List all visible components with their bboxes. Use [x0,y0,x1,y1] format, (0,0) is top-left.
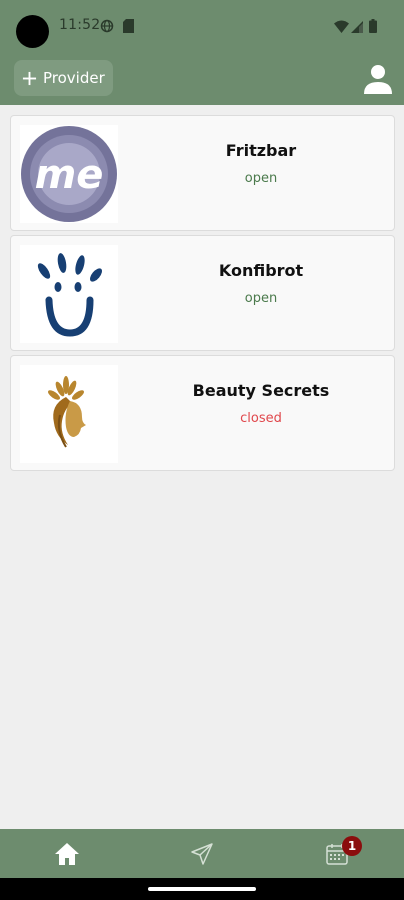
provider-logo [20,245,118,343]
signal-icon [351,18,363,37]
provider-card[interactable]: Konfibrot open [10,235,395,351]
app-header: 11:52 Provider [0,0,404,105]
provider-list: me Fritzbar open Konfibrot open Beauty S… [10,115,395,475]
wifi-icon [334,18,349,37]
home-icon [55,842,79,865]
plus-icon [22,71,37,85]
profile-button[interactable] [364,64,392,94]
vpn-globe-icon [100,18,114,37]
sim-card-icon [123,18,134,37]
provider-status: open [244,291,278,306]
provider-name: Beauty Secrets [192,381,330,400]
toolbar: Provider [0,52,404,105]
battery-icon [369,18,377,37]
gesture-handle[interactable] [148,887,256,891]
woman-profile-logo [48,376,86,448]
provider-name: Fritzbar [225,141,297,160]
provider-card[interactable]: me Fritzbar open [10,115,395,231]
nav-home[interactable] [0,829,134,878]
smiley-hand-logo [37,253,102,337]
send-icon [191,842,213,865]
person-icon [364,65,392,94]
status-time: 11:52 [59,17,101,33]
nav-calendar[interactable] [270,829,404,878]
nav-send[interactable] [135,829,269,878]
gesture-area [0,878,404,900]
provider-status: closed [240,411,282,426]
provider-card[interactable]: Beauty Secrets closed [10,355,395,471]
add-provider-label: Provider [43,69,105,87]
provider-logo: me [20,125,118,223]
camera-cutout [16,15,49,48]
me-circle-logo: me [21,126,117,222]
calendar-badge: 1 [342,836,362,856]
app-root: 11:52 Provider me Fritzbar open Konfibro… [0,0,404,900]
svg-text:me: me [35,152,104,198]
provider-status: open [244,171,278,186]
add-provider-button[interactable]: Provider [14,60,113,96]
bottom-nav [0,829,404,878]
status-bar: 11:52 [0,0,404,52]
provider-name: Konfibrot [218,261,304,280]
provider-logo [20,365,118,463]
